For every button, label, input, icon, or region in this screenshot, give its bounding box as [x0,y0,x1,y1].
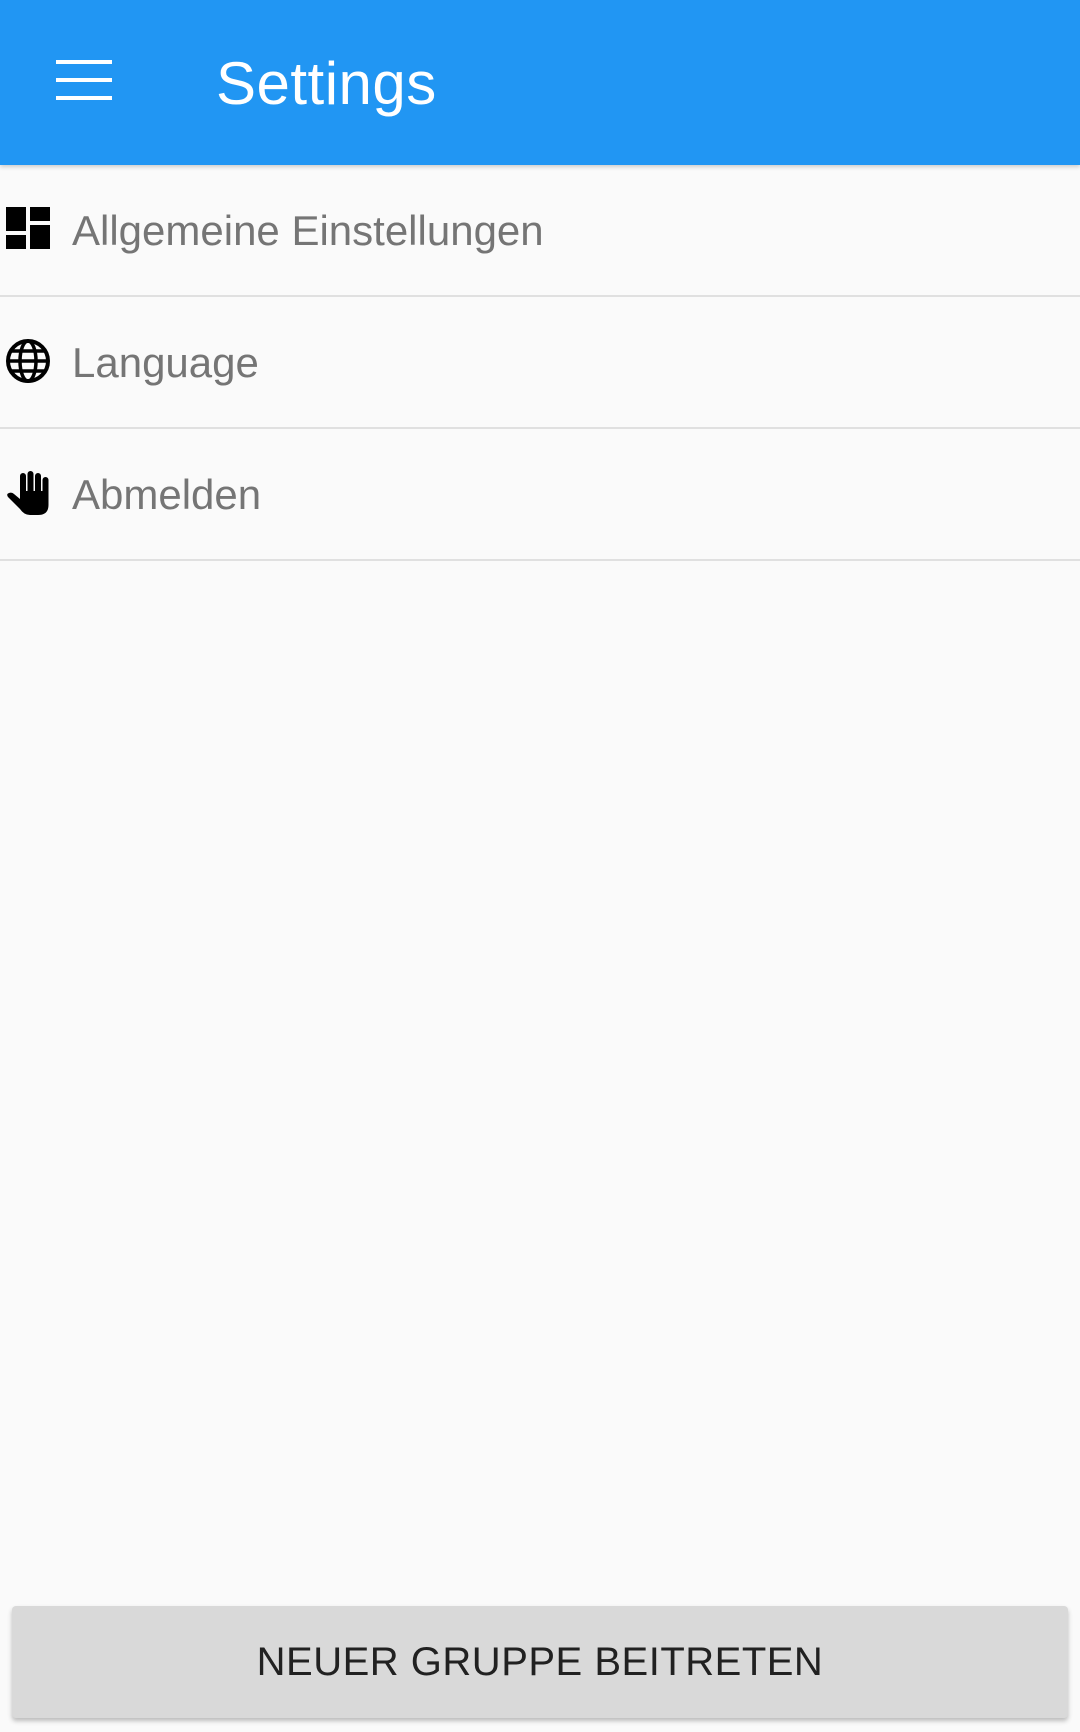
hand-stop-icon [7,471,49,515]
settings-item-language[interactable]: Language [0,297,1080,429]
page-title: Settings [216,50,437,117]
settings-list: Allgemeine Einstellungen Language Abmeld… [0,165,1080,561]
settings-item-label: Abmelden [72,471,262,518]
settings-screen: Settings Allgemeine Einstellungen Langua… [0,0,1080,1732]
menu-button[interactable] [34,36,134,126]
settings-item-general[interactable]: Allgemeine Einstellungen [0,165,1080,297]
hamburger-menu-icon [56,60,112,100]
settings-item-logout[interactable]: Abmelden [0,429,1080,561]
settings-item-label: Language [72,339,259,386]
settings-item-label: Allgemeine Einstellungen [72,207,544,254]
app-bar: Settings [0,0,1080,165]
dashboard-icon [6,207,50,249]
join-group-button-label: NEUER GRUPPE BEITRETEN [256,1640,824,1684]
join-group-button[interactable]: NEUER GRUPPE BEITRETEN [12,1606,1068,1718]
globe-icon [6,339,50,383]
